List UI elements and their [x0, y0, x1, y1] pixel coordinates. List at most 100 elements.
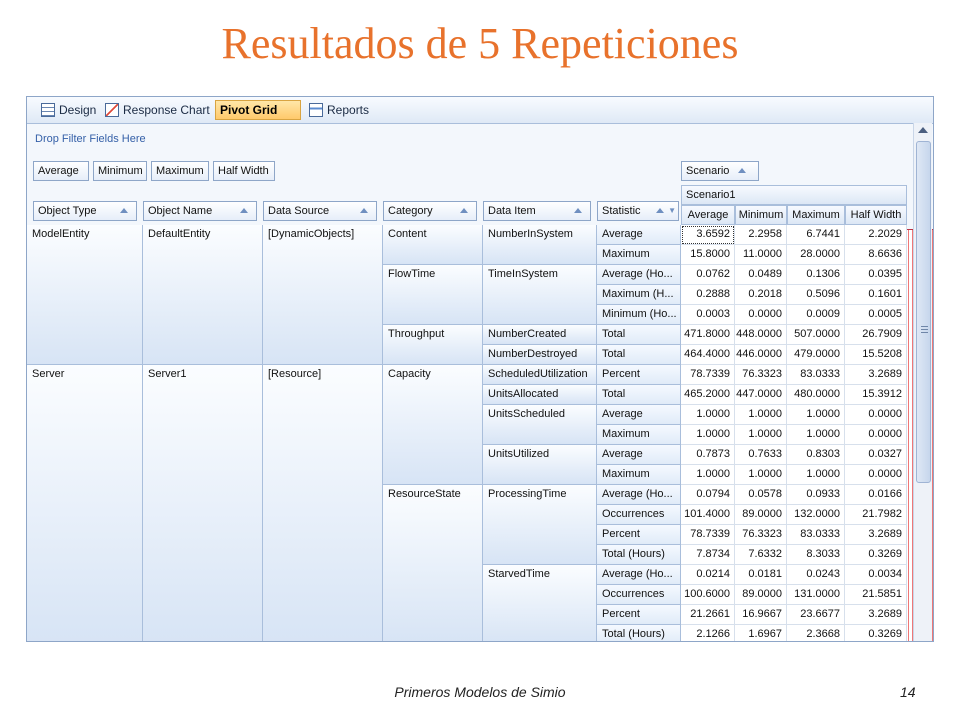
value-cell[interactable]: 1.6967: [735, 625, 787, 641]
value-cell[interactable]: 0.0762: [681, 265, 735, 285]
column-field-scenario[interactable]: Scenario: [681, 161, 759, 181]
data-source-cell[interactable]: [DynamicObjects]: [263, 225, 383, 365]
value-cell[interactable]: 83.0333: [787, 365, 845, 385]
value-cell[interactable]: 507.0000: [787, 325, 845, 345]
filter-drop-area[interactable]: Drop Filter Fields Here: [35, 133, 146, 145]
value-cell[interactable]: 0.5096: [787, 285, 845, 305]
object-type-cell[interactable]: ModelEntity: [27, 225, 143, 365]
object-type-cell[interactable]: Server: [27, 365, 143, 641]
value-cell[interactable]: 0.7873: [681, 445, 735, 465]
value-cell[interactable]: 0.0794: [681, 485, 735, 505]
value-cell[interactable]: 0.0933: [787, 485, 845, 505]
category-cell[interactable]: FlowTime: [383, 265, 483, 325]
object-name-cell[interactable]: Server1: [143, 365, 263, 641]
value-cell[interactable]: 2.1266: [681, 625, 735, 641]
row-field-object-name[interactable]: Object Name: [143, 201, 257, 221]
tab-design[interactable]: Design: [37, 100, 100, 120]
value-cell[interactable]: 21.7982: [845, 505, 907, 525]
data-item-cell[interactable]: NumberDestroyed: [483, 345, 597, 365]
value-cell[interactable]: 1.0000: [735, 425, 787, 445]
value-cell[interactable]: 2.2029: [845, 225, 907, 245]
value-cell[interactable]: 78.7339: [681, 525, 735, 545]
value-cell[interactable]: 0.0003: [681, 305, 735, 325]
value-cell[interactable]: 0.3269: [845, 625, 907, 641]
data-item-cell[interactable]: StarvedTime: [483, 565, 597, 641]
field-maximum[interactable]: Maximum: [151, 161, 209, 181]
data-item-cell[interactable]: UnitsScheduled: [483, 405, 597, 445]
vertical-scrollbar[interactable]: [913, 123, 932, 641]
value-cell[interactable]: 0.3269: [845, 545, 907, 565]
value-cell[interactable]: 7.8734: [681, 545, 735, 565]
data-item-cell[interactable]: UnitsAllocated: [483, 385, 597, 405]
row-field-category[interactable]: Category: [383, 201, 477, 221]
value-cell[interactable]: 479.0000: [787, 345, 845, 365]
value-header-half-width[interactable]: Half Width: [845, 205, 907, 225]
value-cell[interactable]: 2.2958: [735, 225, 787, 245]
value-cell[interactable]: 6.7441: [787, 225, 845, 245]
value-cell[interactable]: 0.2018: [735, 285, 787, 305]
value-cell[interactable]: 0.0000: [845, 405, 907, 425]
value-cell[interactable]: 83.0333: [787, 525, 845, 545]
row-field-statistic[interactable]: Statistic ▼: [597, 201, 679, 221]
value-cell[interactable]: 100.6000: [681, 585, 735, 605]
row-field-data-item[interactable]: Data Item: [483, 201, 591, 221]
value-header-minimum[interactable]: Minimum: [735, 205, 787, 225]
value-cell[interactable]: 1.0000: [735, 405, 787, 425]
value-cell[interactable]: 0.0000: [735, 305, 787, 325]
value-cell[interactable]: 15.8000: [681, 245, 735, 265]
value-cell[interactable]: 0.0009: [787, 305, 845, 325]
value-cell[interactable]: 89.0000: [735, 505, 787, 525]
value-cell[interactable]: 8.6636: [845, 245, 907, 265]
tab-pivot-grid[interactable]: Pivot Grid: [215, 100, 933, 641]
value-cell[interactable]: 465.2000: [681, 385, 735, 405]
object-name-cell[interactable]: DefaultEntity: [143, 225, 263, 365]
data-source-cell[interactable]: [Resource]: [263, 365, 383, 641]
value-cell[interactable]: 11.0000: [735, 245, 787, 265]
value-header-average[interactable]: Average: [681, 205, 735, 225]
value-cell[interactable]: 471.8000: [681, 325, 735, 345]
value-cell[interactable]: 23.6677: [787, 605, 845, 625]
data-item-cell[interactable]: ScheduledUtilization: [483, 365, 597, 385]
value-cell[interactable]: 2.3668: [787, 625, 845, 641]
value-cell[interactable]: 1.0000: [787, 465, 845, 485]
value-cell[interactable]: 3.2689: [845, 365, 907, 385]
value-cell[interactable]: 15.5208: [845, 345, 907, 365]
value-cell[interactable]: 1.0000: [735, 465, 787, 485]
value-cell[interactable]: 0.0327: [845, 445, 907, 465]
data-item-cell[interactable]: ProcessingTime: [483, 485, 597, 565]
value-cell[interactable]: 447.0000: [735, 385, 787, 405]
value-cell[interactable]: 1.0000: [787, 405, 845, 425]
value-cell[interactable]: 0.1601: [845, 285, 907, 305]
value-cell[interactable]: 7.6332: [735, 545, 787, 565]
tab-response-chart[interactable]: Response Chart: [101, 100, 214, 120]
value-cell[interactable]: 3.2689: [845, 525, 907, 545]
value-header-maximum[interactable]: Maximum: [787, 205, 845, 225]
value-cell[interactable]: 0.0166: [845, 485, 907, 505]
scroll-thumb[interactable]: [916, 141, 931, 483]
value-cell[interactable]: 16.9667: [735, 605, 787, 625]
value-cell[interactable]: 0.8303: [787, 445, 845, 465]
value-cell[interactable]: 101.4000: [681, 505, 735, 525]
value-cell[interactable]: 0.2888: [681, 285, 735, 305]
value-cell[interactable]: 0.0214: [681, 565, 735, 585]
value-cell[interactable]: 448.0000: [735, 325, 787, 345]
value-cell[interactable]: 0.0181: [735, 565, 787, 585]
value-cell[interactable]: 76.3323: [735, 525, 787, 545]
scroll-up-arrow-icon[interactable]: [918, 127, 928, 133]
field-minimum[interactable]: Minimum: [93, 161, 147, 181]
value-cell[interactable]: 0.0000: [845, 425, 907, 445]
field-half-width[interactable]: Half Width: [213, 161, 275, 181]
value-cell[interactable]: 0.1306: [787, 265, 845, 285]
value-cell[interactable]: 8.3033: [787, 545, 845, 565]
data-item-cell[interactable]: NumberCreated: [483, 325, 597, 345]
value-cell[interactable]: 0.0034: [845, 565, 907, 585]
value-cell[interactable]: 1.0000: [681, 465, 735, 485]
value-cell[interactable]: 76.3323: [735, 365, 787, 385]
value-cell[interactable]: 21.5851: [845, 585, 907, 605]
value-cell[interactable]: 15.3912: [845, 385, 907, 405]
value-cell[interactable]: 0.0243: [787, 565, 845, 585]
value-cell[interactable]: 3.6592: [681, 225, 735, 245]
tab-reports[interactable]: Reports: [305, 100, 373, 120]
row-field-data-source[interactable]: Data Source: [263, 201, 377, 221]
value-cell[interactable]: 446.0000: [735, 345, 787, 365]
